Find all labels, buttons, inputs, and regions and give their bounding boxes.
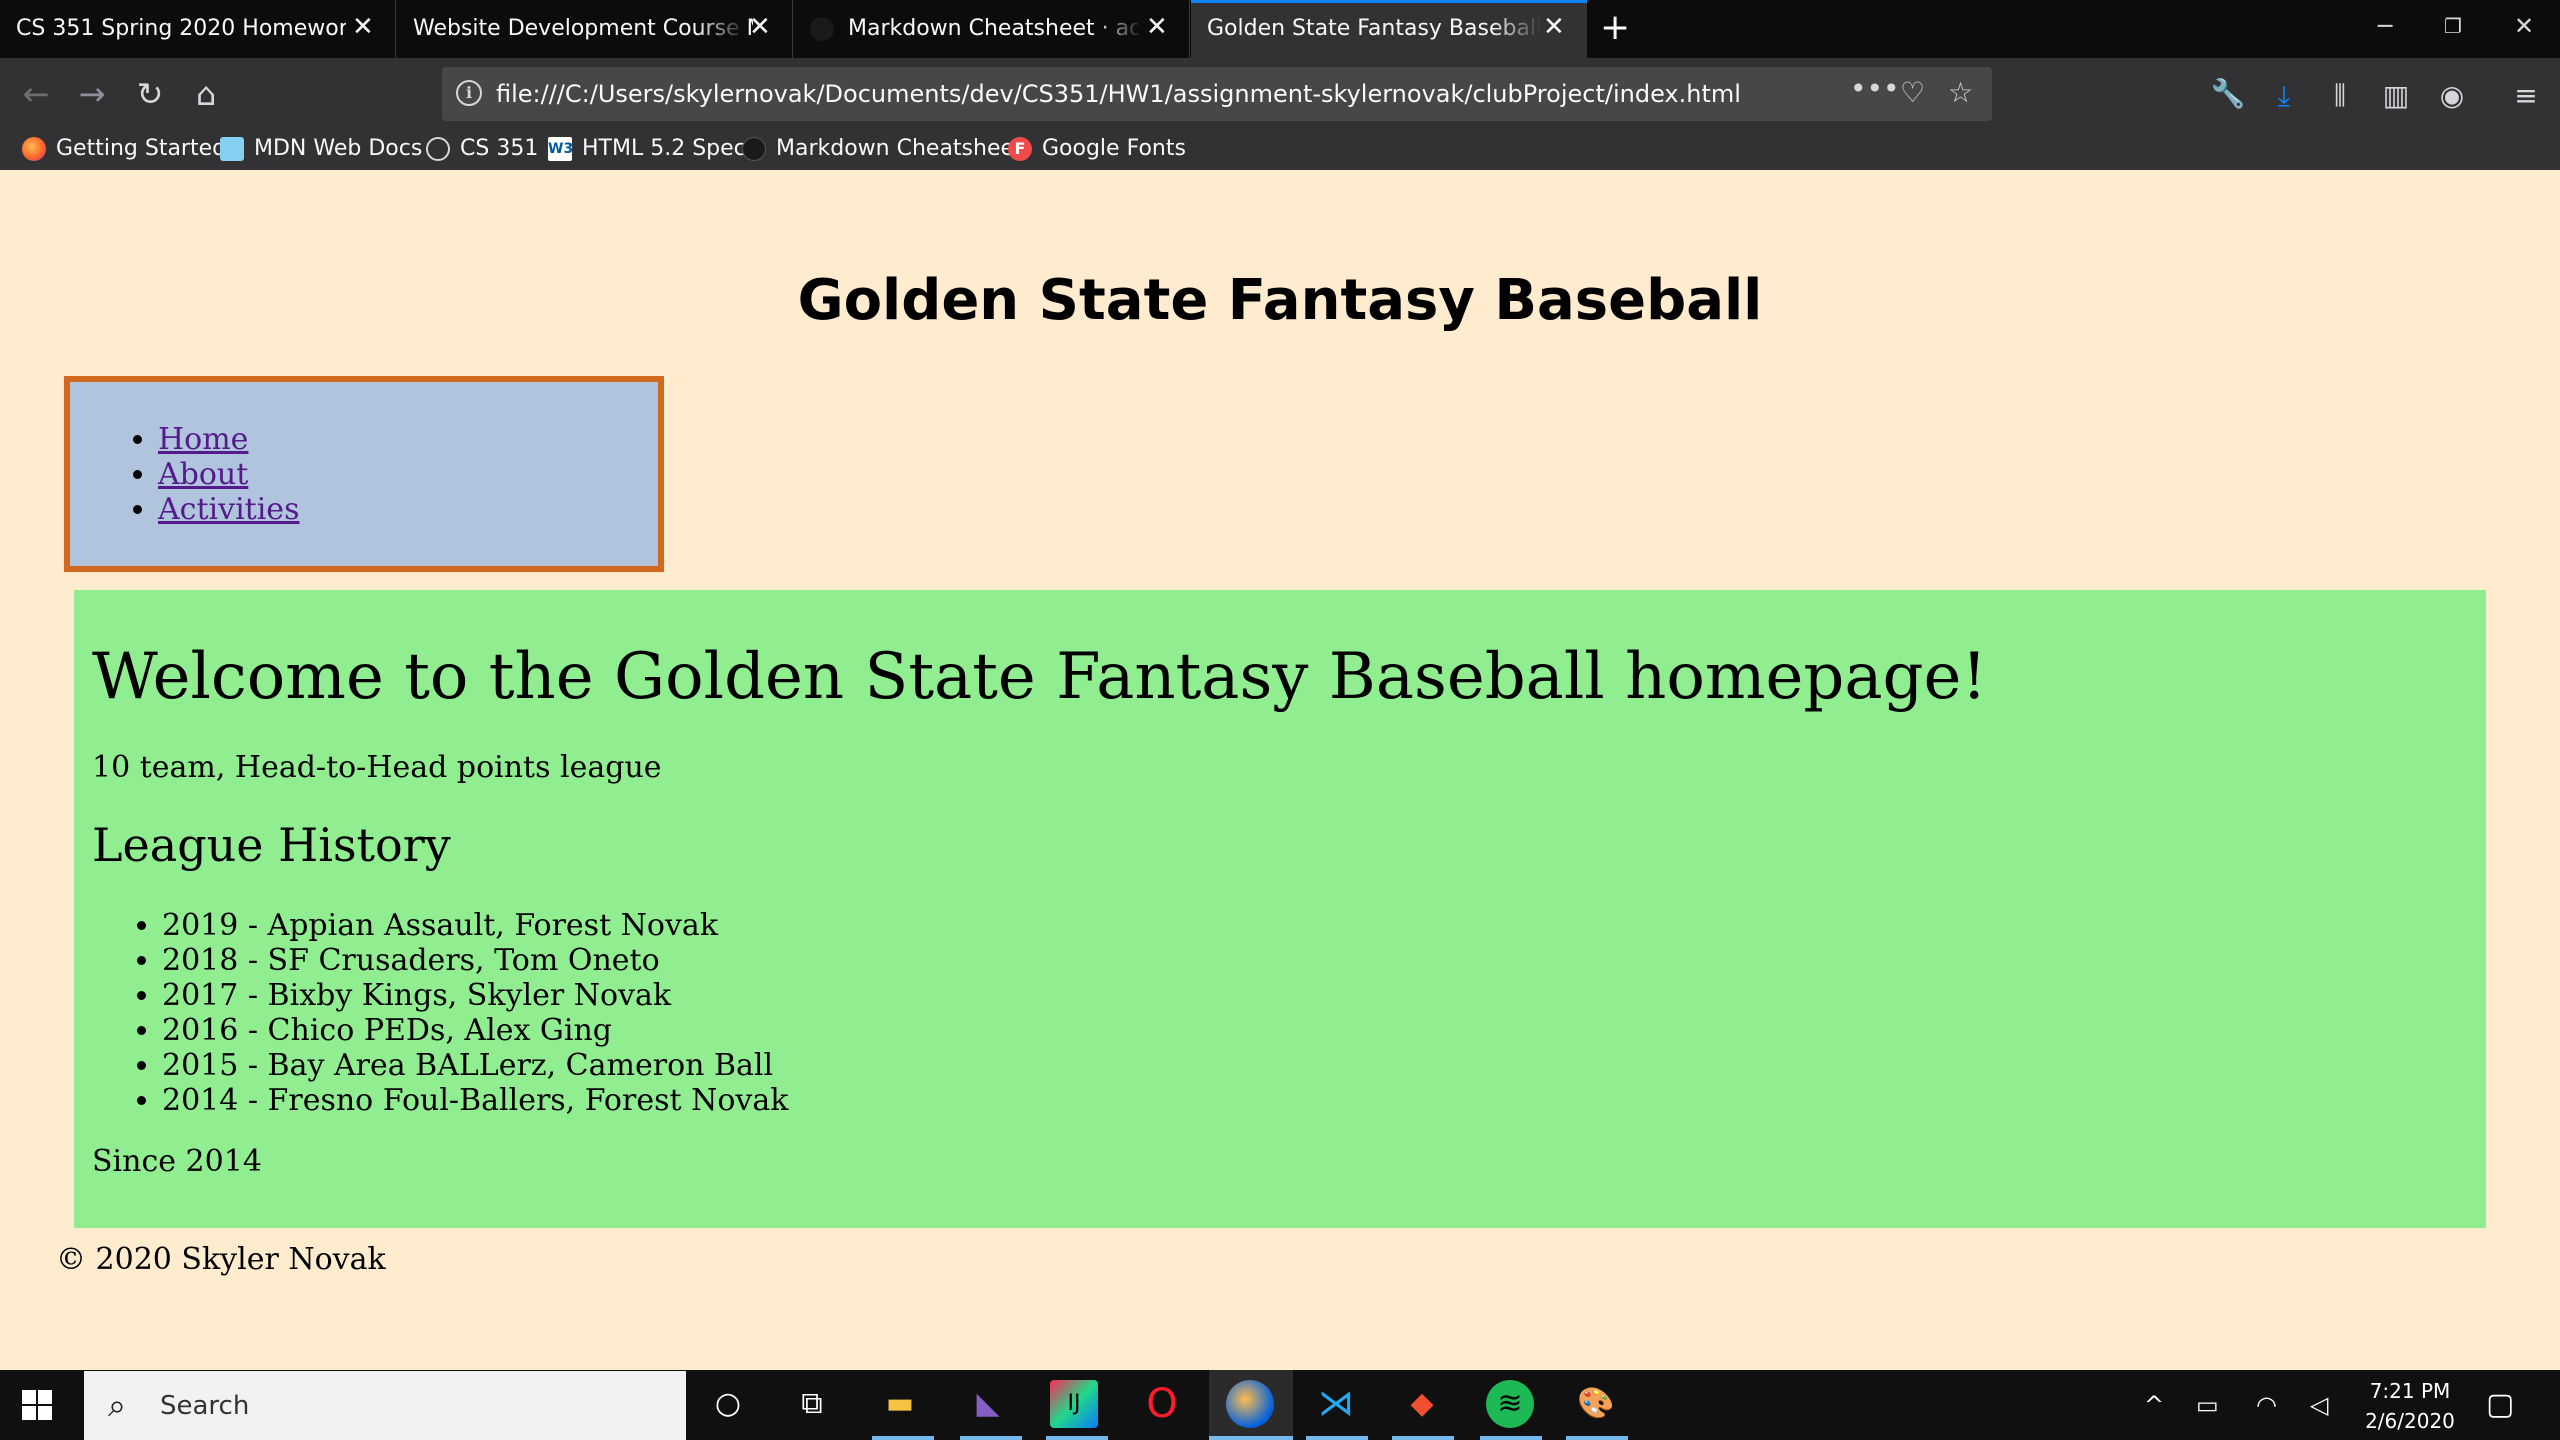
opera-icon[interactable]: O — [1138, 1380, 1186, 1428]
taskbar-search[interactable]: ⌕ Search — [84, 1371, 686, 1440]
volume-icon[interactable]: ◁ — [2310, 1390, 2328, 1420]
notifications-icon[interactable]: ▢ — [2486, 1390, 2514, 1420]
url-text[interactable]: file:///C:/Users/skylernovak/Documents/d… — [496, 80, 1741, 108]
history-heading: League History — [92, 818, 451, 872]
downloads-icon[interactable]: ⤓ — [2264, 76, 2304, 116]
main-content: Welcome to the Golden State Fantasy Base… — [74, 590, 2486, 1228]
globe-icon — [426, 137, 450, 161]
close-icon[interactable]: ✕ — [1543, 14, 1565, 40]
library-icon[interactable]: ⫼ — [2320, 76, 2360, 116]
home-icon[interactable]: ⌂ — [184, 72, 228, 116]
tab-title-fade — [1491, 3, 1541, 58]
pocket-icon[interactable]: ♡ — [1900, 77, 1925, 109]
github-icon — [742, 137, 766, 161]
running-indicator — [1046, 1436, 1108, 1440]
clock-time: 7:21 PM — [2369, 1379, 2451, 1403]
wrench-icon[interactable]: 🔧 — [2208, 74, 2248, 114]
list-item: 2015 - Bay Area BALLerz, Cameron Ball — [162, 1048, 788, 1083]
tab-golden-state[interactable]: Golden State Fantasy Baseball Hom ✕ — [1191, 0, 1587, 58]
close-icon[interactable]: ✕ — [1146, 14, 1168, 40]
w3c-icon: W3 — [548, 137, 573, 161]
site-nav: Home About Activities — [64, 376, 664, 572]
reload-icon[interactable]: ↻ — [128, 72, 172, 116]
running-indicator — [1566, 1436, 1628, 1440]
clock[interactable]: 7:21 PM 2/6/2020 — [2340, 1376, 2480, 1436]
nav-link-home[interactable]: Home — [158, 422, 248, 457]
battery-icon[interactable]: ▭ — [2196, 1390, 2219, 1420]
since-text: Since 2014 — [92, 1144, 262, 1179]
menu-icon[interactable]: ≡ — [2506, 76, 2546, 116]
nav-item-activities: Activities — [158, 492, 299, 527]
search-icon: ⌕ — [108, 1386, 126, 1424]
bookmarks-bar: Getting Started MDN Web Docs CS 351 W3 H… — [0, 130, 2560, 170]
vscode-icon[interactable]: ⋊ — [1312, 1380, 1360, 1428]
github-icon — [810, 17, 834, 41]
chevron-up-icon[interactable]: ^ — [2144, 1390, 2164, 1420]
nav-item-home: Home — [158, 422, 299, 457]
page-actions-icon[interactable]: ••• — [1850, 73, 1900, 105]
list-item: 2019 - Appian Assault, Forest Novak — [162, 908, 788, 943]
url-bar[interactable]: i file:///C:/Users/skylernovak/Documents… — [442, 67, 1992, 121]
restore-icon[interactable]: ❐ — [2444, 14, 2462, 38]
intellij-icon[interactable]: IJ — [1050, 1380, 1098, 1428]
git-icon[interactable]: ◆ — [1398, 1380, 1446, 1428]
page-viewport: Golden State Fantasy Baseball Home About… — [0, 170, 2560, 1370]
minimize-icon[interactable]: ─ — [2378, 12, 2392, 40]
nav-item-about: About — [158, 457, 299, 492]
sidebar-icon[interactable]: ▥ — [2376, 76, 2416, 116]
list-item: 2014 - Fresno Foul-Ballers, Forest Novak — [162, 1083, 788, 1118]
forward-icon[interactable]: → — [70, 72, 114, 116]
tab-title: CS 351 Spring 2020 Homework 2 — [16, 16, 346, 41]
firefox-icon[interactable] — [1226, 1380, 1274, 1428]
browser-toolbar: ← → ↻ ⌂ i file:///C:/Users/skylernovak/D… — [0, 58, 2560, 130]
spotify-icon[interactable]: ≋ — [1486, 1380, 1534, 1428]
welcome-heading: Welcome to the Golden State Fantasy Base… — [92, 640, 1988, 714]
list-item: 2017 - Bixby Kings, Skyler Novak — [162, 978, 788, 1013]
window-close-icon[interactable]: ✕ — [2514, 12, 2534, 40]
mdn-icon — [220, 137, 244, 161]
nav-list: Home About Activities — [158, 422, 299, 527]
tab-markdown-cheatsheet[interactable]: Markdown Cheatsheet · adam-p ✕ — [794, 0, 1190, 58]
browser-tab-bar: CS 351 Spring 2020 Homework 2 ✕ Website … — [0, 0, 2560, 58]
file-explorer-icon[interactable]: ▬ — [876, 1380, 924, 1428]
nav-link-activities[interactable]: Activities — [158, 492, 299, 527]
wifi-icon[interactable]: ◠ — [2256, 1390, 2277, 1420]
search-label: Search — [160, 1391, 250, 1421]
new-tab-icon[interactable]: + — [1600, 10, 1630, 46]
bookmark-star-icon[interactable]: ☆ — [1948, 77, 1973, 109]
league-tagline: 10 team, Head-to-Head points league — [92, 750, 662, 785]
close-icon[interactable]: ✕ — [749, 14, 771, 40]
visual-studio-icon[interactable]: ◣ — [964, 1380, 1012, 1428]
history-list: 2019 - Appian Assault, Forest Novak 2018… — [162, 908, 788, 1118]
google-fonts-icon: F — [1008, 137, 1032, 161]
running-indicator — [1392, 1436, 1454, 1440]
windows-start-icon[interactable] — [22, 1390, 52, 1420]
running-indicator — [1480, 1436, 1542, 1440]
tab-title-fade — [697, 0, 747, 58]
paint-icon[interactable]: 🎨 — [1572, 1380, 1620, 1428]
firefox-icon — [22, 137, 46, 161]
clock-date: 2/6/2020 — [2365, 1409, 2455, 1433]
cortana-icon[interactable]: ○ — [704, 1380, 752, 1428]
list-item: 2018 - SF Crusaders, Tom Oneto — [162, 943, 788, 978]
account-icon[interactable]: ◉ — [2432, 76, 2472, 116]
running-indicator — [960, 1436, 1022, 1440]
back-icon[interactable]: ← — [14, 72, 58, 116]
running-indicator — [1306, 1436, 1368, 1440]
page-footer: © 2020 Skyler Novak — [56, 1242, 386, 1277]
tab-course-materials[interactable]: Website Development Course Mate ✕ — [397, 0, 793, 58]
tab-title-fade — [1094, 0, 1144, 58]
list-item: 2016 - Chico PEDs, Alex Ging — [162, 1013, 788, 1048]
site-title: Golden State Fantasy Baseball — [797, 268, 1763, 333]
close-icon[interactable]: ✕ — [352, 14, 374, 40]
nav-link-about[interactable]: About — [158, 457, 248, 492]
tab-homework[interactable]: CS 351 Spring 2020 Homework 2 ✕ — [0, 0, 396, 58]
running-indicator — [1209, 1436, 1293, 1440]
taskbar: ⌕ Search ○ ⧉ ▬ ◣ IJ O ⋊ ◆ ≋ 🎨 ^ ▭ ◠ ◁ 7:… — [0, 1370, 2560, 1440]
info-icon[interactable]: i — [456, 80, 482, 106]
running-indicator — [872, 1436, 934, 1440]
task-view-icon[interactable]: ⧉ — [788, 1380, 836, 1428]
